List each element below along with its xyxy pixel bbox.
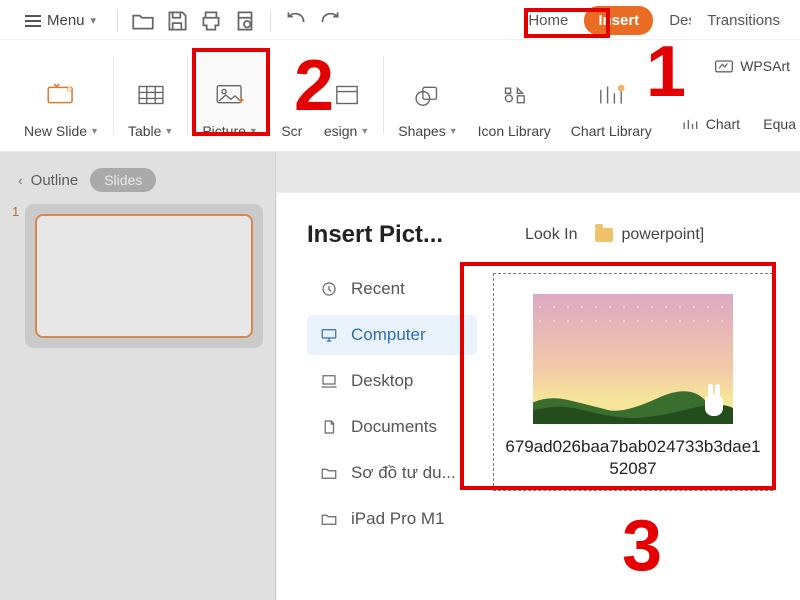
slide-panel: ‹‹ Outline Slides 1 (0, 152, 276, 600)
sidebar-label: iPad Pro M1 (351, 509, 445, 529)
dialog-title: Insert Pict... (307, 221, 507, 249)
chart-library-label: Chart Library (571, 123, 652, 139)
tab-design[interactable]: Design (655, 6, 691, 35)
folder-icon (595, 228, 613, 242)
dropdown-icon: ▼ (90, 126, 99, 136)
redo-icon[interactable] (317, 9, 343, 33)
look-in-label: Look In (525, 226, 577, 244)
tab-home[interactable]: Home (514, 6, 582, 35)
design-fragment[interactable]: esign▼ (324, 49, 379, 139)
sidebar-label: Sơ đồ tư du... (351, 463, 456, 483)
shapes-button[interactable]: Shapes ▼ (388, 49, 467, 139)
bunny-icon (705, 394, 723, 416)
icon-library-button[interactable]: Icon Library (468, 49, 561, 139)
equation-partial[interactable]: Equa (763, 116, 796, 132)
sidebar-label: Documents (351, 417, 437, 437)
design-partial: esign (324, 123, 357, 139)
new-slide-button[interactable]: New Slide▼ (14, 49, 109, 139)
insert-picture-dialog: Insert Pict... Look In powerpoint] Recen… (276, 192, 800, 600)
pane-icon (325, 73, 369, 117)
wpsart-label: WPSArt (740, 58, 790, 74)
chart-library-button[interactable]: Chart Library (561, 49, 662, 139)
chart-library-icon (589, 73, 633, 117)
clock-icon (319, 279, 339, 299)
separator (383, 56, 384, 134)
sidebar-label: Desktop (351, 371, 413, 391)
tab-outline[interactable]: Outline (31, 172, 79, 189)
new-slide-label: New Slide (24, 123, 87, 139)
chart-button[interactable]: Chart (680, 116, 740, 132)
undo-icon[interactable] (283, 9, 309, 33)
folder-name: powerpoint] (621, 226, 704, 244)
shapes-icon (406, 73, 450, 117)
separator (270, 10, 271, 32)
sidebar-item-desktop[interactable]: Desktop (307, 361, 477, 401)
file-browser: 679ad026baa7bab024733b3dae152087 (487, 269, 780, 539)
ribbon-tabs: Home Insert Design Transitions (514, 6, 794, 35)
open-icon[interactable] (130, 9, 156, 33)
table-icon (129, 73, 173, 117)
file-thumbnail (533, 294, 733, 424)
sidebar-item-custom-2[interactable]: iPad Pro M1 (307, 499, 477, 539)
dropdown-icon: ▼ (249, 126, 258, 136)
new-slide-icon (39, 73, 83, 117)
picture-icon (208, 73, 252, 117)
slide-number: 1 (12, 204, 19, 219)
tab-transitions[interactable]: Transitions (693, 6, 794, 35)
quick-access-toolbar: Menu ▾ Home Insert Design Transitions (0, 0, 800, 40)
dropdown-icon: ▼ (164, 126, 173, 136)
chevron-down-icon: ▾ (91, 14, 97, 27)
dropdown-icon: ▼ (449, 126, 458, 136)
wpsart-button[interactable]: WPSArt (714, 58, 790, 74)
dialog-sidebar: Recent Computer Desktop Documents Sơ đồ … (307, 269, 477, 539)
dropdown-icon: ▼ (360, 126, 369, 136)
desktop-icon (319, 371, 339, 391)
slide-thumbnail-selected[interactable] (25, 204, 263, 348)
slide-thumbnail[interactable] (35, 214, 253, 338)
sidebar-item-custom-1[interactable]: Sơ đồ tư du... (307, 453, 477, 493)
collapse-panel-icon[interactable]: ‹‹ (18, 173, 19, 188)
file-name: 679ad026baa7bab024733b3dae152087 (504, 436, 762, 480)
print-preview-icon[interactable] (232, 9, 258, 33)
table-button[interactable]: Table▼ (118, 49, 183, 139)
sidebar-item-documents[interactable]: Documents (307, 407, 477, 447)
table-label: Table (128, 123, 161, 139)
screenshot-icon (270, 87, 314, 117)
menu-button[interactable]: Menu ▾ (16, 7, 105, 34)
folder-icon (319, 509, 339, 529)
screenshot-button[interactable]: Scr (268, 49, 324, 139)
file-item-selected[interactable]: 679ad026baa7bab024733b3dae152087 (493, 273, 773, 491)
screenshot-label-partial: Scr (281, 123, 302, 139)
sidebar-label: Computer (351, 325, 426, 345)
ribbon-insert: New Slide▼ Table▼ Picture▼ Scr esign▼ Sh… (0, 40, 800, 152)
picture-label: Picture (202, 123, 246, 139)
tab-insert[interactable]: Insert (584, 6, 653, 35)
sidebar-label: Recent (351, 279, 405, 299)
icon-library-icon (492, 73, 536, 117)
shapes-label: Shapes (398, 123, 445, 139)
current-folder[interactable]: powerpoint] (595, 226, 704, 244)
separator (117, 10, 118, 32)
documents-icon (319, 417, 339, 437)
tab-slides[interactable]: Slides (90, 168, 156, 192)
separator (113, 56, 114, 134)
folder-icon (319, 463, 339, 483)
hamburger-icon (25, 15, 41, 27)
save-icon[interactable] (164, 9, 190, 33)
separator (187, 56, 188, 134)
chart-label: Chart (706, 116, 740, 132)
menu-label: Menu (47, 12, 85, 29)
sidebar-item-computer[interactable]: Computer (307, 315, 477, 355)
icon-library-label: Icon Library (478, 123, 551, 139)
sidebar-item-recent[interactable]: Recent (307, 269, 477, 309)
monitor-icon (319, 325, 339, 345)
picture-button[interactable]: Picture▼ (192, 49, 268, 139)
print-icon[interactable] (198, 9, 224, 33)
